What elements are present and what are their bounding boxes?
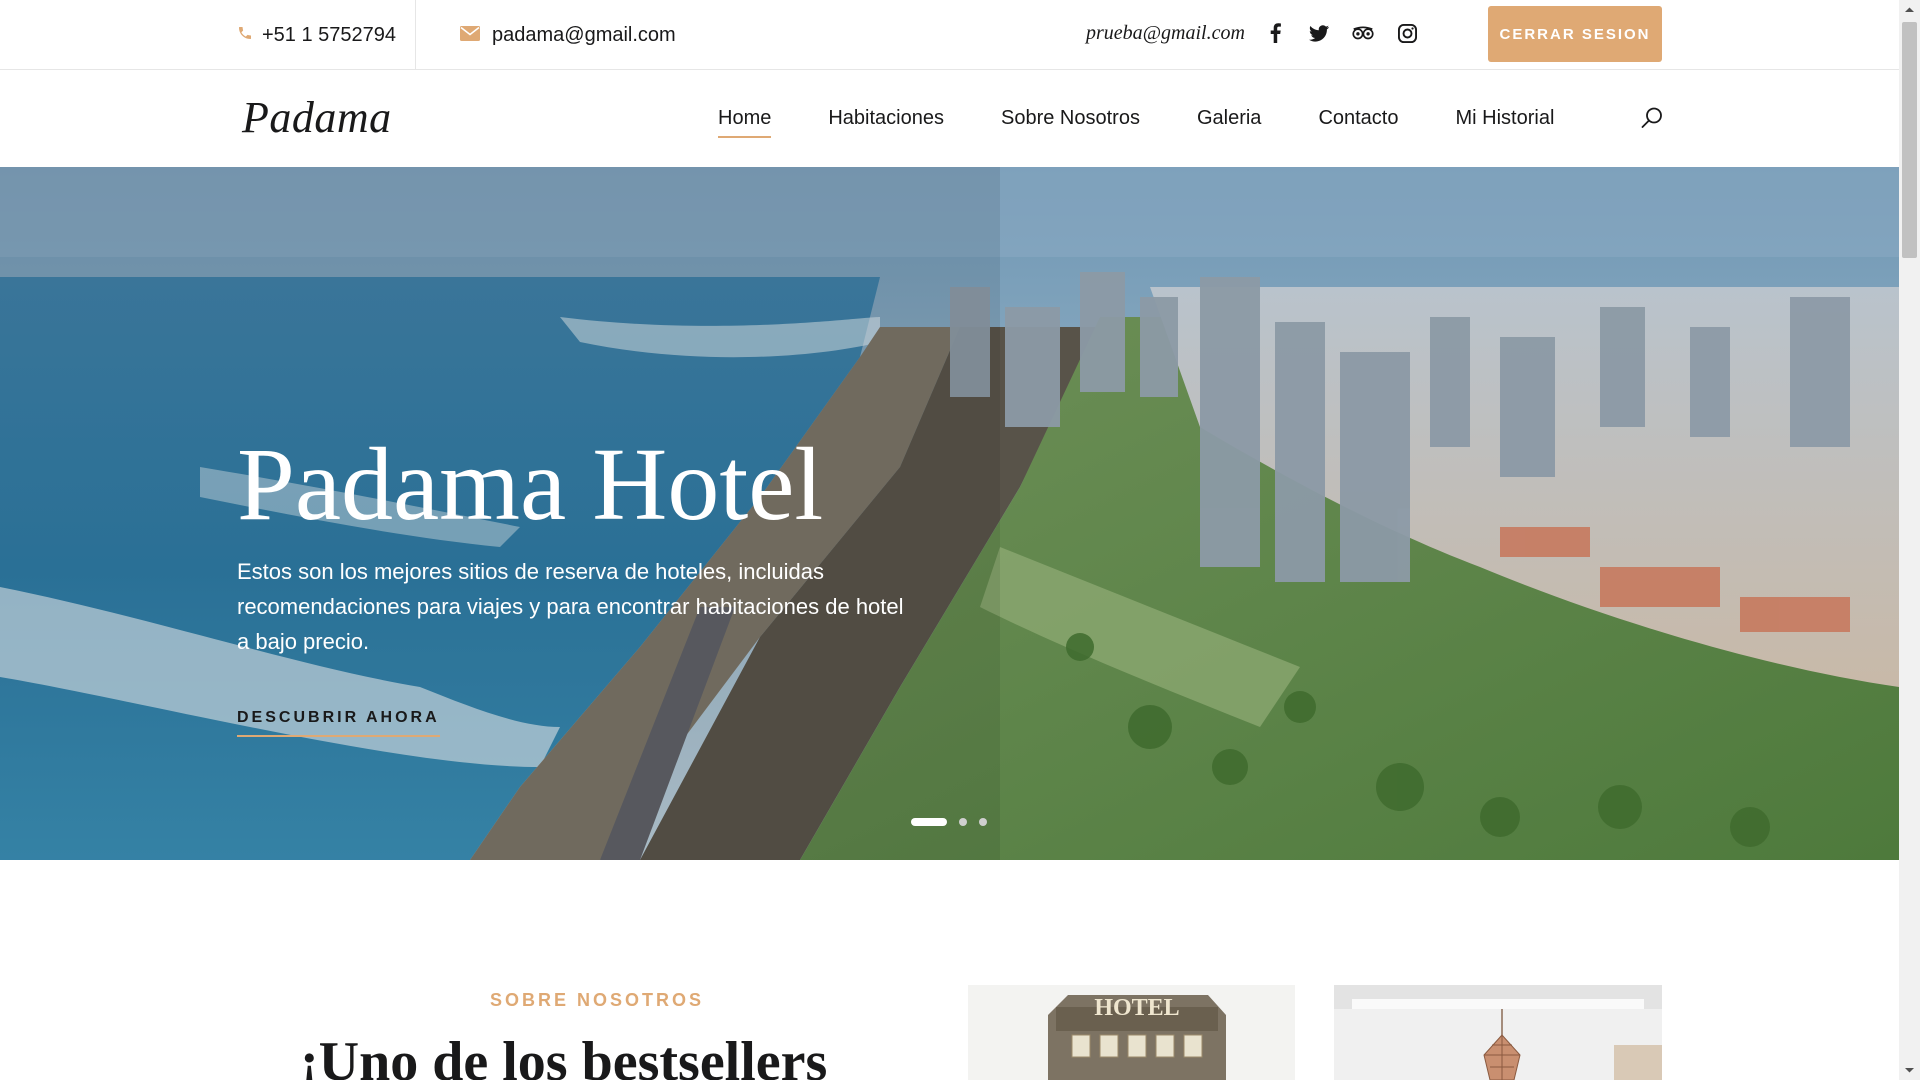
- main-nav: Home Habitaciones Sobre Nosotros Galeria…: [718, 70, 1611, 167]
- slider-dot-3[interactable]: [979, 818, 987, 826]
- about-image-hotel-building: HOTEL: [968, 985, 1295, 1080]
- nav-galeria[interactable]: Galeria: [1197, 97, 1261, 140]
- hero-description: Estos son los mejores sitios de reserva …: [237, 559, 904, 654]
- site-logo[interactable]: Padama: [242, 92, 392, 143]
- scrollbar-thumb[interactable]: [1902, 22, 1917, 258]
- phone-contact: +51 1 5752794: [237, 0, 396, 70]
- social-links: [1264, 0, 1418, 66]
- instagram-icon[interactable]: [1396, 22, 1418, 44]
- hotel-sign-text: HOTEL: [1094, 995, 1179, 1021]
- phone-number: +51 1 5752794: [262, 23, 397, 46]
- about-title: ¡Uno de los bestsellers: [300, 1031, 828, 1080]
- nav-habitaciones[interactable]: Habitaciones: [828, 97, 944, 140]
- user-email: prueba@gmail.com: [1086, 21, 1245, 44]
- logout-button[interactable]: CERRAR SESION: [1488, 6, 1662, 62]
- tripadvisor-icon[interactable]: [1352, 22, 1374, 44]
- nav-home[interactable]: Home: [718, 97, 772, 140]
- email-contact: padama@gmail.com: [460, 0, 676, 70]
- about-subtitle: SOBRE NOSOTROS: [490, 990, 705, 1010]
- hero-slider: Padama Hotel Estos son los mejores sitio…: [0, 167, 1899, 860]
- contact-email: padama@gmail.com: [492, 23, 676, 46]
- scroll-up-arrow-icon[interactable]: [1899, 0, 1920, 20]
- topbar-divider: [415, 0, 416, 70]
- nav-sobre-nosotros[interactable]: Sobre Nosotros: [1001, 97, 1140, 140]
- nav-contacto[interactable]: Contacto: [1318, 97, 1398, 140]
- slider-dots: [911, 818, 987, 826]
- nav-mi-historial[interactable]: Mi Historial: [1456, 97, 1555, 140]
- facebook-icon[interactable]: [1264, 22, 1286, 44]
- about-image-lobby: [1334, 985, 1662, 1080]
- page-scrollbar[interactable]: [1899, 0, 1920, 1080]
- phone-icon: [237, 24, 253, 47]
- envelope-icon: [460, 24, 480, 47]
- top-bar: +51 1 5752794 padama@gmail.com prueba@gm…: [0, 0, 1899, 70]
- slider-dot-2[interactable]: [959, 818, 967, 826]
- slider-dot-1[interactable]: [911, 818, 947, 826]
- main-header: Padama Home Habitaciones Sobre Nosotros …: [0, 70, 1899, 167]
- hero-title: Padama Hotel: [237, 427, 824, 542]
- discover-now-link[interactable]: DESCUBRIR AHORA: [237, 709, 440, 737]
- twitter-icon[interactable]: [1308, 22, 1330, 44]
- scroll-down-arrow-icon[interactable]: [1899, 1060, 1920, 1080]
- search-icon[interactable]: [1640, 106, 1666, 132]
